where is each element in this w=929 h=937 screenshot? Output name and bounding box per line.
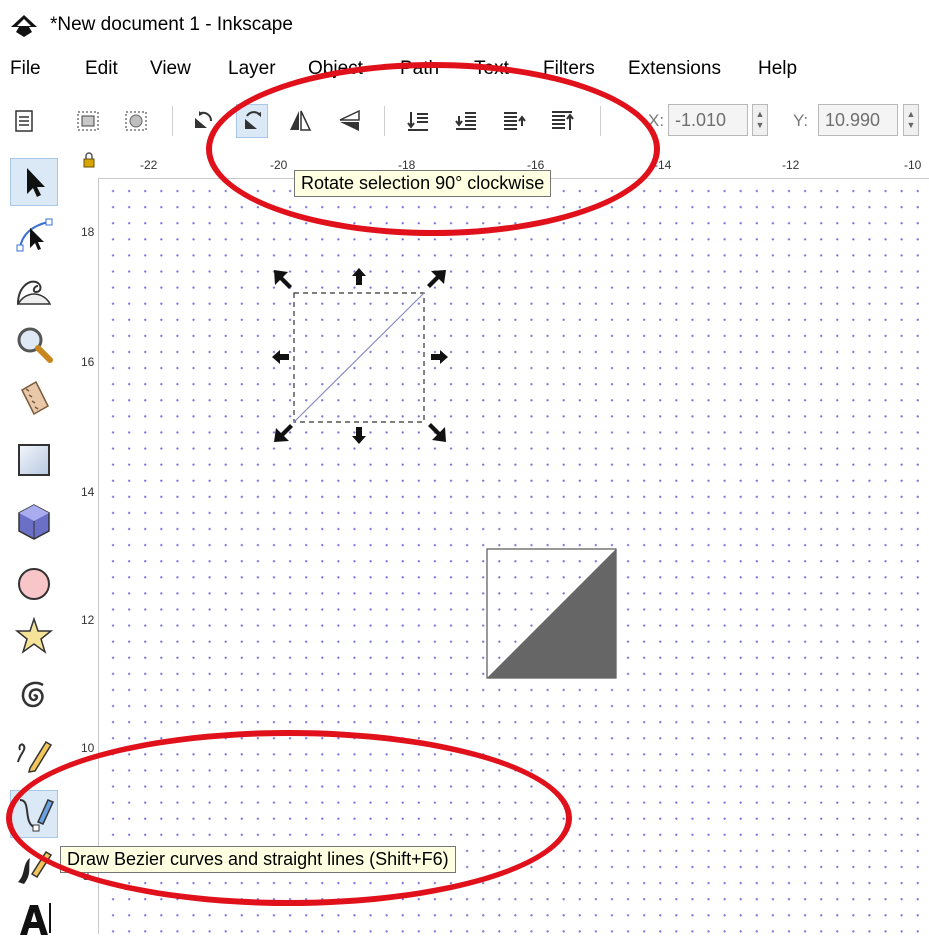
ruler-left-label: 12 <box>81 613 95 627</box>
spiral-tool-icon[interactable] <box>10 672 58 720</box>
ruler-left-label: 18 <box>81 225 95 239</box>
deselect-icon[interactable] <box>120 104 152 138</box>
select-all-icon[interactable] <box>8 104 40 138</box>
toolbar-separator <box>172 106 173 136</box>
tweak-tool-icon[interactable] <box>10 266 58 314</box>
ruler-left-label: 10 <box>81 741 95 755</box>
spin-up-icon[interactable]: ▲ <box>907 109 916 120</box>
annotation-ellipse <box>6 730 572 906</box>
spin-down-icon[interactable]: ▼ <box>907 120 916 131</box>
zoom-tool-icon[interactable] <box>10 320 58 368</box>
y-coordinate-input[interactable] <box>818 104 898 136</box>
triangle-square-object[interactable] <box>486 548 618 680</box>
selector-tool-icon[interactable] <box>10 158 58 206</box>
spin-down-icon[interactable]: ▼ <box>756 120 765 131</box>
star-tool-icon[interactable] <box>10 612 58 660</box>
node-tool-icon[interactable] <box>10 212 58 260</box>
text-tool-icon[interactable] <box>10 896 58 935</box>
menu-help[interactable]: Help <box>758 58 797 80</box>
rectangle-tool-icon[interactable] <box>10 436 58 484</box>
ruler-left-label: 14 <box>81 485 95 499</box>
annotation-ellipse <box>206 62 660 236</box>
lock-guides-icon[interactable] <box>82 152 96 168</box>
ruler-left-label: 16 <box>81 355 95 369</box>
inkscape-icon <box>10 14 38 38</box>
window-title: *New document 1 - Inkscape <box>50 14 293 35</box>
menu-file[interactable]: File <box>10 58 41 80</box>
ellipse-tool-icon[interactable] <box>10 560 58 608</box>
menu-view[interactable]: View <box>150 58 191 80</box>
ruler-top-label: -22 <box>140 158 158 172</box>
spin-up-icon[interactable]: ▲ <box>756 109 765 120</box>
3d-box-tool-icon[interactable] <box>10 498 58 546</box>
measure-tool-icon[interactable] <box>10 374 58 422</box>
menu-extensions[interactable]: Extensions <box>628 58 721 80</box>
x-spinner[interactable]: ▲ ▼ <box>752 104 768 136</box>
ruler-top-label: -12 <box>782 158 800 172</box>
y-label: Y: <box>793 111 809 130</box>
ruler-top-label: -10 <box>904 158 922 172</box>
select-all-in-all-layers-icon[interactable] <box>72 104 104 138</box>
selected-object[interactable] <box>270 266 450 446</box>
menu-layer[interactable]: Layer <box>228 58 276 80</box>
y-spinner[interactable]: ▲ ▼ <box>903 104 919 136</box>
x-coordinate-input[interactable] <box>668 104 748 136</box>
menu-edit[interactable]: Edit <box>85 58 118 80</box>
